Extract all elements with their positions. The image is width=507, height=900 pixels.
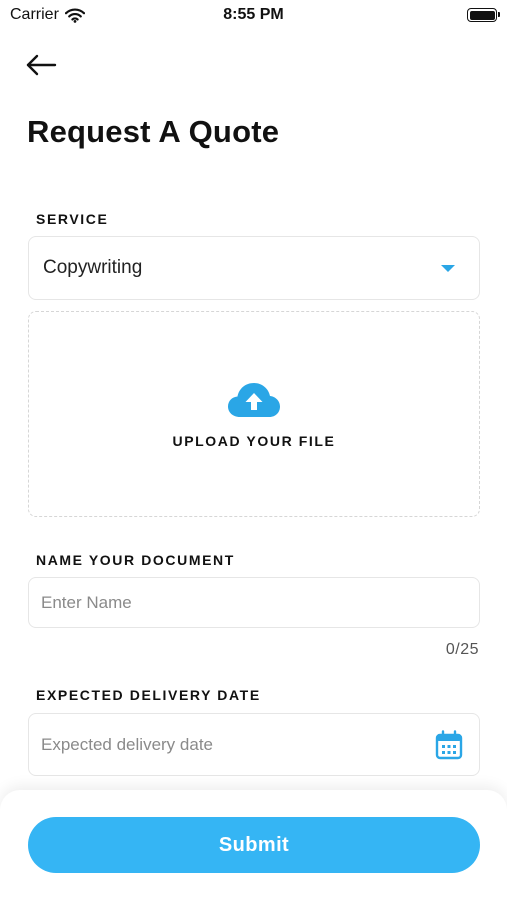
upload-file-label: UPLOAD YOUR FILE (172, 433, 336, 449)
submit-button[interactable]: Submit (28, 817, 480, 873)
cloud-upload-icon (228, 383, 280, 417)
status-time: 8:55 PM (223, 6, 284, 23)
status-bar: Carrier 8:55 PM (0, 0, 507, 30)
caret-down-icon (441, 264, 455, 272)
upload-file-area[interactable]: UPLOAD YOUR FILE (28, 311, 480, 517)
document-name-counter: 0/25 (445, 641, 479, 658)
document-name-label: NAME YOUR DOCUMENT (36, 552, 235, 568)
service-label: SERVICE (36, 211, 109, 227)
service-selected-value: Copywriting (43, 257, 143, 278)
delivery-date-label: EXPECTED DELIVERY DATE (36, 687, 261, 703)
battery-icon (467, 8, 500, 22)
delivery-date-input[interactable] (41, 734, 435, 755)
battery-cap (498, 12, 500, 17)
document-name-field[interactable] (28, 577, 480, 628)
calendar-icon[interactable] (435, 729, 463, 760)
service-select[interactable]: Copywriting (28, 236, 480, 300)
page-title: Request A Quote (27, 114, 280, 149)
battery-level (469, 10, 495, 20)
arrow-left-icon (26, 54, 57, 76)
document-name-input[interactable] (41, 592, 467, 613)
delivery-date-field[interactable] (28, 713, 480, 776)
back-button[interactable] (22, 48, 60, 82)
